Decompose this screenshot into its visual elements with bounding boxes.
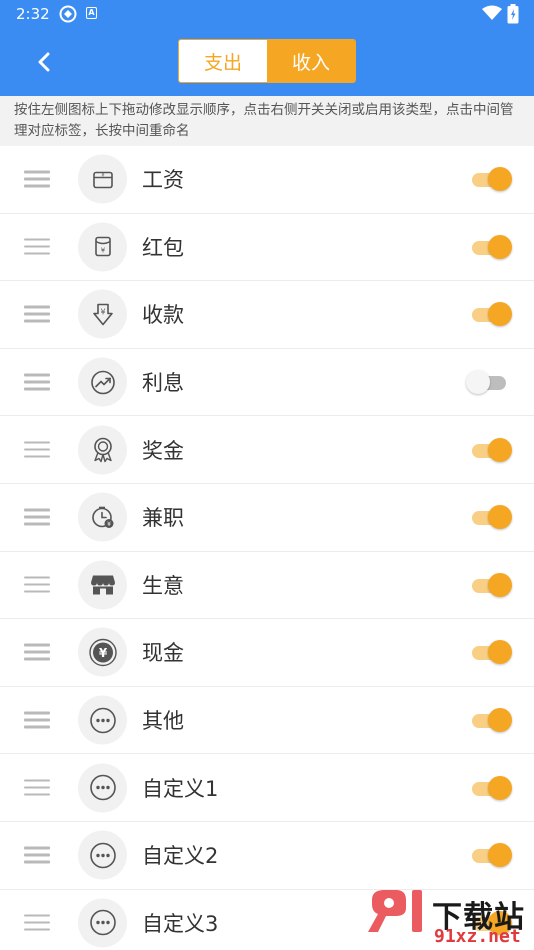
- category-label[interactable]: 现金: [142, 637, 184, 667]
- category-toggle[interactable]: [468, 301, 514, 327]
- drag-handle-icon[interactable]: [24, 643, 50, 661]
- cash-coin-icon: ¥: [78, 627, 127, 677]
- wallet-icon: ¥: [78, 154, 127, 204]
- tab-income[interactable]: 收入: [267, 40, 355, 82]
- category-toggle[interactable]: [468, 166, 514, 192]
- category-row: 利息: [0, 348, 534, 417]
- category-toggle[interactable]: [468, 707, 514, 733]
- top-bar: 2:32 A 支出 收入: [0, 0, 534, 96]
- category-toggle[interactable]: [468, 639, 514, 665]
- category-label[interactable]: 红包: [142, 232, 184, 262]
- category-row: ¥ 现金: [0, 619, 534, 687]
- shop-icon: [78, 560, 127, 610]
- status-time: 2:32: [16, 5, 50, 23]
- watermark-site: 91xz.net: [434, 926, 521, 947]
- drag-handle-icon[interactable]: [24, 779, 50, 796]
- notification-icon: A: [86, 7, 97, 19]
- drag-handle-icon[interactable]: [24, 576, 50, 593]
- category-label[interactable]: 利息: [142, 367, 184, 397]
- drag-handle-icon[interactable]: [24, 508, 50, 526]
- trend-up-icon: [78, 357, 127, 407]
- category-label[interactable]: 自定义1: [142, 773, 218, 803]
- category-toggle[interactable]: [468, 437, 514, 463]
- category-toggle[interactable]: [468, 234, 514, 260]
- instruction-text: 按住左侧图标上下拖动修改显示顺序，点击右侧开关关闭或启用该类型，点击中间管理对应…: [0, 96, 534, 146]
- svg-text:¥: ¥: [101, 172, 104, 178]
- status-bar: 2:32 A: [0, 0, 534, 28]
- category-row: 奖金: [0, 416, 534, 484]
- category-row: ¥ 工资: [0, 146, 534, 214]
- wifi-icon: [482, 5, 502, 25]
- vpn-status-icon: [59, 5, 77, 27]
- tab-expense[interactable]: 支出: [179, 40, 267, 82]
- category-label[interactable]: 生意: [142, 570, 184, 600]
- category-row: 自定义1: [0, 754, 534, 822]
- category-row: ¥ 兼职: [0, 483, 534, 552]
- category-toggle[interactable]: [468, 775, 514, 801]
- chevron-left-icon: [38, 52, 50, 72]
- category-label[interactable]: 自定义3: [142, 908, 218, 938]
- drag-handle-icon[interactable]: [24, 373, 50, 391]
- clock-money-icon: ¥: [78, 492, 127, 542]
- svg-text:¥: ¥: [98, 646, 107, 660]
- drag-handle-icon[interactable]: [24, 170, 50, 188]
- category-label[interactable]: 其他: [142, 705, 184, 735]
- drag-handle-icon[interactable]: [24, 305, 50, 323]
- category-toggle[interactable]: [468, 504, 514, 530]
- red-envelope-icon: ¥: [78, 222, 127, 272]
- category-row: 自定义2: [0, 821, 534, 890]
- svg-text:¥: ¥: [100, 307, 105, 316]
- svg-text:¥: ¥: [107, 521, 111, 528]
- medal-icon: [78, 425, 127, 475]
- more-icon: [78, 830, 127, 880]
- drag-handle-icon[interactable]: [24, 846, 50, 864]
- drag-handle-icon[interactable]: [24, 711, 50, 729]
- type-segment: 支出 收入: [178, 39, 356, 83]
- back-button[interactable]: [28, 46, 60, 78]
- category-label[interactable]: 收款: [142, 299, 184, 329]
- category-row: 其他: [0, 686, 534, 755]
- battery-icon: [507, 4, 519, 28]
- svg-text:¥: ¥: [100, 247, 105, 255]
- category-list: ¥ 工资 ¥ 红包 ¥ 收款利息奖金 ¥ 兼职生意 ¥ 现金其他自定义1 自定义2 自定义3: [0, 146, 534, 950]
- receive-money-icon: ¥: [78, 289, 127, 339]
- more-icon: [78, 695, 127, 745]
- category-label[interactable]: 工资: [142, 164, 184, 194]
- category-toggle[interactable]: [466, 369, 514, 395]
- category-label[interactable]: 兼职: [142, 502, 184, 532]
- category-row: ¥ 收款: [0, 281, 534, 349]
- category-toggle[interactable]: [468, 572, 514, 598]
- category-toggle[interactable]: [468, 842, 514, 868]
- drag-handle-icon[interactable]: [24, 914, 50, 931]
- category-row: 生意: [0, 551, 534, 620]
- more-icon: [78, 763, 127, 813]
- drag-handle-icon[interactable]: [24, 441, 50, 458]
- drag-handle-icon[interactable]: [24, 238, 50, 255]
- category-label[interactable]: 奖金: [142, 435, 184, 465]
- category-row: ¥ 红包: [0, 213, 534, 282]
- more-icon: [78, 898, 127, 948]
- category-label[interactable]: 自定义2: [142, 840, 218, 870]
